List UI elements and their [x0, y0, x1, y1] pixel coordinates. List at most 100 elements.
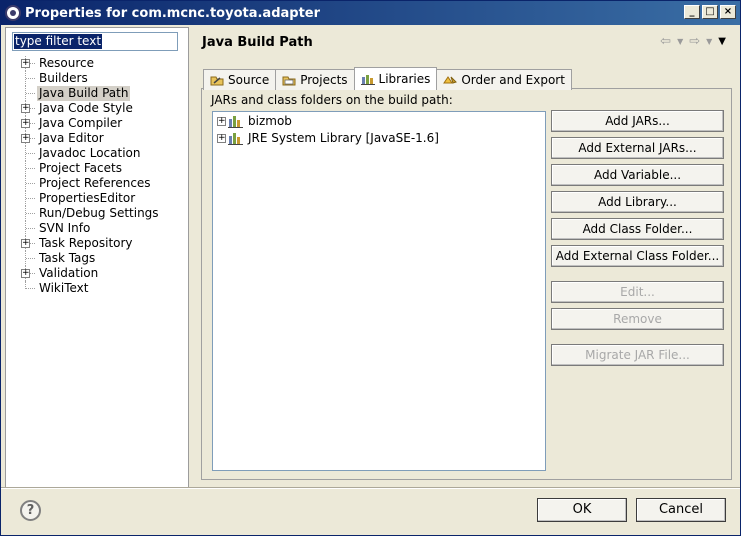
tree-item-label: Resource: [39, 56, 95, 70]
minimize-button[interactable]: _: [684, 5, 700, 19]
library-label: JRE System Library [JavaSE-1.6]: [248, 131, 439, 145]
expand-icon[interactable]: +: [217, 133, 226, 143]
add-jars-button[interactable]: Add JARs...: [551, 110, 724, 132]
forward-dropdown-icon[interactable]: ▼: [706, 34, 712, 50]
projects-folder-icon: [282, 74, 296, 86]
tab-source[interactable]: Source: [203, 69, 277, 90]
library-icon: [228, 131, 244, 145]
expand-icon[interactable]: +: [21, 239, 30, 248]
edit-button[interactable]: Edit...: [551, 281, 724, 303]
tab-libraries-label: Libraries: [378, 72, 431, 86]
tree-line: [26, 228, 35, 229]
tree-item[interactable]: + Java Code Style: [6, 101, 188, 116]
build-path-tabs: Source Projects Libraries Order and Expo…: [203, 67, 572, 90]
tab-projects[interactable]: Projects: [275, 69, 355, 90]
tree-item-label: WikiText: [39, 281, 89, 295]
tab-projects-label: Projects: [300, 73, 348, 87]
list-item[interactable]: + bizmob: [217, 113, 292, 129]
tree-item[interactable]: SVN Info: [6, 221, 188, 236]
library-icon: [228, 114, 244, 128]
migrate-jar-button[interactable]: Migrate JAR File...: [551, 344, 724, 366]
expand-icon[interactable]: +: [217, 116, 226, 126]
tree-line: [26, 153, 35, 154]
expand-icon[interactable]: +: [21, 119, 30, 128]
tree-item[interactable]: WikiText: [6, 281, 188, 296]
add-external-jars-button[interactable]: Add External JARs...: [551, 137, 724, 159]
page-title: Java Build Path: [202, 35, 313, 50]
window-title: Properties for com.mcnc.toyota.adapter: [25, 5, 321, 21]
back-arrow-icon[interactable]: ⇦: [660, 34, 671, 50]
tree-item-label: Builders: [39, 71, 88, 85]
close-button[interactable]: ×: [720, 5, 736, 19]
add-external-class-folder-button[interactable]: Add External Class Folder...: [551, 245, 724, 267]
tree-item-label: Validation: [39, 266, 99, 280]
tree-item[interactable]: Task Tags: [6, 251, 188, 266]
tab-order-export[interactable]: Order and Export: [436, 69, 572, 90]
maximize-button[interactable]: □: [702, 5, 718, 19]
remove-button[interactable]: Remove: [551, 308, 724, 330]
source-folder-icon: [210, 74, 224, 86]
add-class-folder-button[interactable]: Add Class Folder...: [551, 218, 724, 240]
eclipse-icon: [5, 5, 21, 21]
tree-line: [26, 213, 35, 214]
cancel-button[interactable]: Cancel: [636, 498, 726, 522]
libraries-list[interactable]: + bizmob + JRE System Library [JavaSE-1.…: [212, 111, 546, 471]
dialog-separator: [1, 487, 740, 489]
tree-item-label: Project References: [39, 176, 151, 190]
page-navigation: ⇦ ▼ ⇨ ▼ ▼: [660, 34, 726, 50]
title-bar: Properties for com.mcnc.toyota.adapter _…: [1, 1, 740, 25]
tree-item-label: Project Facets: [39, 161, 122, 175]
tree-item[interactable]: + Java Editor: [6, 131, 188, 146]
tree-item[interactable]: PropertiesEditor: [6, 191, 188, 206]
tree-item-label: Java Code Style: [39, 101, 133, 115]
order-export-icon: [443, 74, 458, 86]
tree-item[interactable]: + Java Compiler: [6, 116, 188, 131]
tree-item[interactable]: Javadoc Location: [6, 146, 188, 161]
tree-line: [26, 258, 35, 259]
forward-arrow-icon[interactable]: ⇨: [689, 34, 700, 50]
tree-item[interactable]: + Task Repository: [6, 236, 188, 251]
back-dropdown-icon[interactable]: ▼: [677, 34, 683, 50]
tree-item[interactable]: + Validation: [6, 266, 188, 281]
window-controls: _ □ ×: [684, 5, 736, 19]
tree-line: [26, 93, 35, 94]
expand-icon[interactable]: +: [21, 134, 30, 143]
tab-libraries[interactable]: Libraries: [353, 67, 438, 90]
tree-item[interactable]: + Resource: [6, 56, 188, 71]
property-pages-panel: type filter text +ResourceBuildersJava B…: [5, 27, 189, 489]
view-menu-icon[interactable]: ▼: [718, 34, 726, 50]
tree-item[interactable]: Java Build Path: [6, 86, 188, 101]
add-library-button[interactable]: Add Library...: [551, 191, 724, 213]
tree-line: [26, 78, 35, 79]
ok-button[interactable]: OK: [537, 498, 627, 522]
expand-icon[interactable]: +: [21, 59, 30, 68]
libraries-caption: JARs and class folders on the build path…: [211, 93, 453, 107]
library-label: bizmob: [248, 114, 292, 128]
libraries-icon: [360, 73, 375, 85]
tree-item-label: Run/Debug Settings: [39, 206, 159, 220]
tab-source-label: Source: [228, 73, 270, 87]
tree-item-label: Javadoc Location: [39, 146, 141, 160]
tree-item[interactable]: Builders: [6, 71, 188, 86]
expand-icon[interactable]: +: [21, 104, 30, 113]
tree-item-label: Task Repository: [39, 236, 133, 250]
filter-input[interactable]: [12, 32, 178, 51]
tree-item-label: PropertiesEditor: [39, 191, 136, 205]
tree-line: [26, 168, 35, 169]
properties-dialog: Properties for com.mcnc.toyota.adapter _…: [0, 0, 741, 536]
list-item[interactable]: + JRE System Library [JavaSE-1.6]: [217, 130, 439, 146]
tree-item-label: Java Editor: [39, 131, 104, 145]
tab-order-export-label: Order and Export: [461, 73, 565, 87]
tree-line: [26, 288, 35, 289]
property-tree: + Resource Builders Java Build Path + Java Co…: [6, 56, 188, 296]
tree-line: [26, 183, 35, 184]
tree-item[interactable]: Project Facets: [6, 161, 188, 176]
expand-icon[interactable]: +: [21, 269, 30, 278]
tree-item[interactable]: Run/Debug Settings: [6, 206, 188, 221]
tree-line: [26, 198, 35, 199]
tree-item[interactable]: Project References: [6, 176, 188, 191]
add-variable-button[interactable]: Add Variable...: [551, 164, 724, 186]
tree-item-label: Java Build Path: [37, 86, 131, 101]
help-icon[interactable]: ?: [20, 500, 41, 521]
tree-item-label: Java Compiler: [39, 116, 123, 130]
